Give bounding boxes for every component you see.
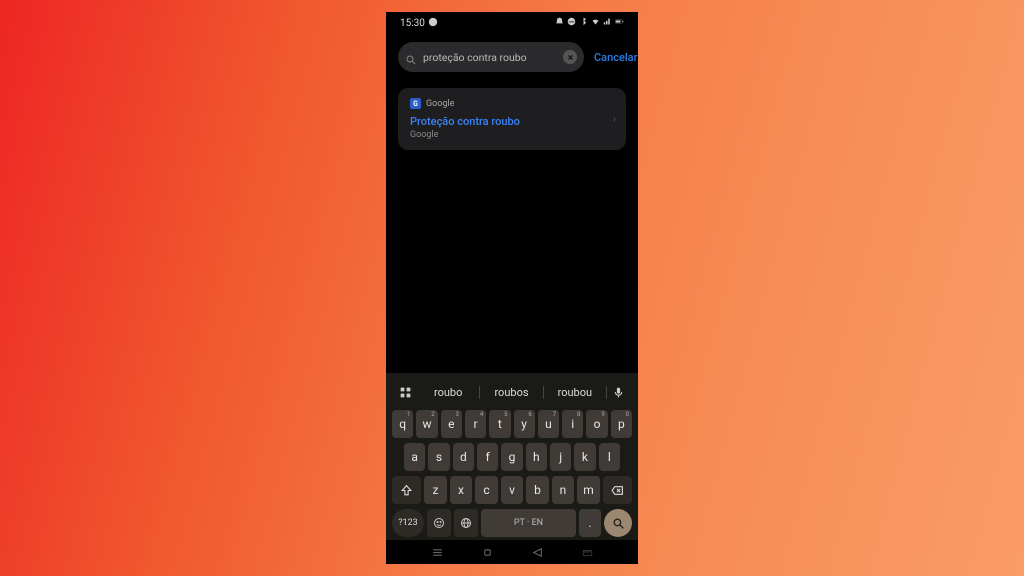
key-l[interactable]: l xyxy=(599,443,620,471)
search-icon xyxy=(405,51,417,63)
suggestion-bar: roubo roubos roubou xyxy=(390,379,634,405)
key-p[interactable]: p0 xyxy=(611,410,632,438)
search-input[interactable] xyxy=(423,51,557,64)
key-q[interactable]: q1 xyxy=(392,410,413,438)
space-key[interactable]: PT · EN xyxy=(481,509,576,537)
key-o[interactable]: o9 xyxy=(586,410,607,438)
period-key[interactable]: . xyxy=(579,509,601,537)
nav-back-icon[interactable] xyxy=(531,546,544,559)
key-k[interactable]: k xyxy=(574,443,595,471)
whatsapp-icon xyxy=(428,17,438,30)
key-r[interactable]: r4 xyxy=(465,410,486,438)
key-z[interactable]: z xyxy=(424,476,447,504)
result-title: Proteção contra roubo xyxy=(410,115,614,128)
key-u[interactable]: u7 xyxy=(538,410,559,438)
key-i[interactable]: i8 xyxy=(562,410,583,438)
key-row-bottom: ?123 PT · EN . xyxy=(390,509,634,537)
key-t[interactable]: t5 xyxy=(489,410,510,438)
key-b[interactable]: b xyxy=(526,476,549,504)
key-h[interactable]: h xyxy=(526,443,547,471)
bluetooth-icon xyxy=(579,17,588,29)
signal-icon xyxy=(603,17,612,29)
nav-keyboard-icon[interactable] xyxy=(581,546,594,559)
numeric-key[interactable]: ?123 xyxy=(392,509,424,537)
result-subtitle: Google xyxy=(410,130,614,140)
search-result[interactable]: G Google Proteção contra roubo Google › xyxy=(398,88,626,150)
keyboard: roubo roubos roubou q1w2e3r4t5y6u7i8o9p0… xyxy=(386,373,638,540)
chevron-right-icon: › xyxy=(613,113,616,126)
status-bar: 15:30 xyxy=(386,12,638,34)
nav-home-icon[interactable] xyxy=(481,546,494,559)
status-time: 15:30 xyxy=(400,18,425,29)
key-d[interactable]: d xyxy=(453,443,474,471)
key-g[interactable]: g xyxy=(501,443,522,471)
search-box[interactable] xyxy=(398,42,584,72)
phone-frame: 15:30 xyxy=(386,12,638,564)
suggestion-3[interactable]: roubou xyxy=(544,386,607,399)
content-area: G Google Proteção contra roubo Google › xyxy=(386,80,638,373)
nav-bar xyxy=(386,540,638,564)
apps-icon[interactable] xyxy=(393,386,417,399)
key-w[interactable]: w2 xyxy=(416,410,437,438)
key-f[interactable]: f xyxy=(477,443,498,471)
key-v[interactable]: v xyxy=(501,476,524,504)
key-y[interactable]: y6 xyxy=(514,410,535,438)
key-a[interactable]: a xyxy=(404,443,425,471)
search-key[interactable] xyxy=(604,509,632,537)
nav-menu-icon[interactable] xyxy=(431,546,444,559)
key-e[interactable]: e3 xyxy=(441,410,462,438)
mic-icon[interactable] xyxy=(607,386,631,399)
battery-icon xyxy=(615,17,624,29)
result-source: Google xyxy=(426,99,454,109)
google-icon: G xyxy=(410,98,421,109)
backspace-key[interactable] xyxy=(603,476,632,504)
wifi-icon xyxy=(591,17,600,29)
cancel-button[interactable]: Cancelar xyxy=(594,51,638,64)
dnd-icon xyxy=(567,17,576,29)
search-area: Cancelar xyxy=(386,34,638,80)
key-row-3: zxcvbnm xyxy=(390,476,634,504)
clear-button[interactable] xyxy=(563,50,577,64)
emoji-key[interactable] xyxy=(427,509,451,537)
language-key[interactable] xyxy=(454,509,478,537)
key-n[interactable]: n xyxy=(552,476,575,504)
shift-key[interactable] xyxy=(392,476,421,504)
key-row-2: asdfghjkl xyxy=(390,443,634,471)
key-m[interactable]: m xyxy=(577,476,600,504)
suggestion-1[interactable]: roubo xyxy=(417,386,480,399)
alarm-icon xyxy=(555,17,564,29)
suggestion-2[interactable]: roubos xyxy=(480,386,543,399)
key-row-1: q1w2e3r4t5y6u7i8o9p0 xyxy=(390,410,634,438)
key-c[interactable]: c xyxy=(475,476,498,504)
key-j[interactable]: j xyxy=(550,443,571,471)
key-s[interactable]: s xyxy=(428,443,449,471)
key-x[interactable]: x xyxy=(450,476,473,504)
